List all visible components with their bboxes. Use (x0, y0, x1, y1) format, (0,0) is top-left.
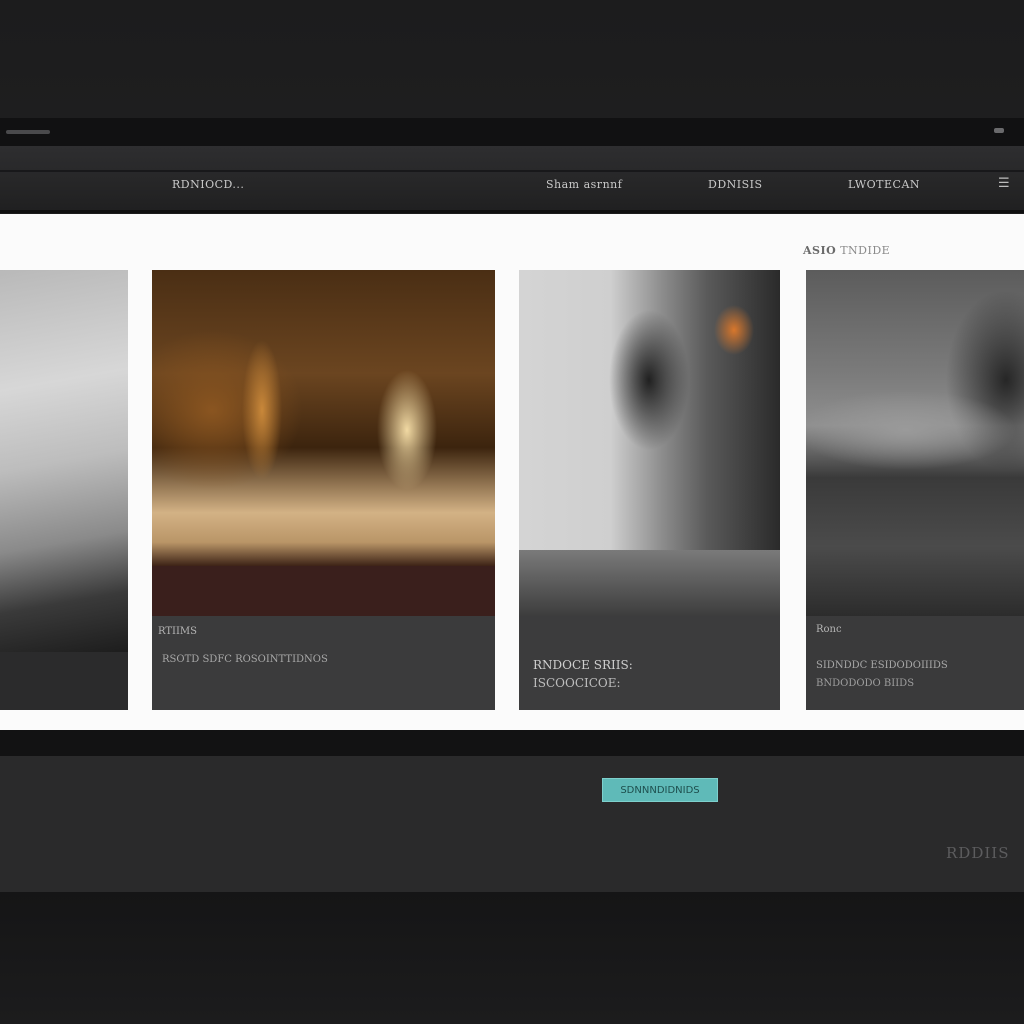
card-description: RNDOCE SRIIS: (533, 658, 633, 672)
brand-logo[interactable]: RDNIOCD... (172, 178, 244, 191)
footer-logo: RDDIIS (946, 844, 1010, 862)
divider-strip (0, 730, 1024, 756)
navbar-stripe (0, 170, 1024, 172)
screen-bottom (0, 892, 1024, 1024)
card-floor (519, 550, 780, 616)
panel-heading: ASIO TNDIDE (803, 244, 890, 257)
gallery-card-2[interactable]: RTIIMS RSOTD SDFC ROSOINTTIDNOS (152, 270, 495, 710)
nav-link-3[interactable]: LWOTECAN (848, 178, 920, 191)
card-caption: RNDOCE SRIIS: ISCOOCICOE: (519, 616, 780, 710)
bezel-indicator-right (994, 128, 1004, 133)
gallery-card-4[interactable]: Ronc SIDNDDC ESIDODOIIIDS BNDODODO BIIDS (806, 270, 1024, 710)
footer (0, 756, 1024, 892)
card-description: RSOTD SDFC ROSOINTTIDNOS (162, 654, 328, 665)
card-caption (0, 652, 128, 710)
bezel (0, 118, 1024, 146)
card-band (152, 566, 495, 616)
card-photo[interactable] (806, 270, 1024, 616)
card-description: SIDNDDC ESIDODOIIIDS (816, 660, 948, 671)
panel-heading-text: TNDIDE (840, 244, 891, 257)
bezel-indicator-left (6, 130, 50, 134)
cta-button[interactable]: SDNNNDIDNIDS (602, 778, 718, 802)
card-title: Ronc (816, 624, 842, 635)
nav-link-1[interactable]: Sham asrnnf (546, 178, 622, 191)
gallery-card-1[interactable] (0, 270, 128, 710)
hamburger-icon[interactable]: ☰ (998, 176, 1010, 191)
card-title: RTIIMS (158, 626, 198, 637)
gallery-card-3[interactable]: RNDOCE SRIIS: ISCOOCICOE: (519, 270, 780, 710)
card-photo[interactable] (152, 270, 495, 566)
screen-top (0, 0, 1024, 118)
card-photo[interactable] (0, 270, 128, 652)
card-description-2: ISCOOCICOE: (533, 676, 621, 690)
card-description-2: BNDODODO BIIDS (816, 678, 915, 689)
nav-link-2[interactable]: DDNISIS (708, 178, 763, 191)
panel-heading-bold: ASIO (803, 244, 837, 257)
card-caption: Ronc SIDNDDC ESIDODOIIIDS BNDODODO BIIDS (806, 616, 1024, 710)
card-caption: RTIIMS RSOTD SDFC ROSOINTTIDNOS (152, 616, 495, 710)
